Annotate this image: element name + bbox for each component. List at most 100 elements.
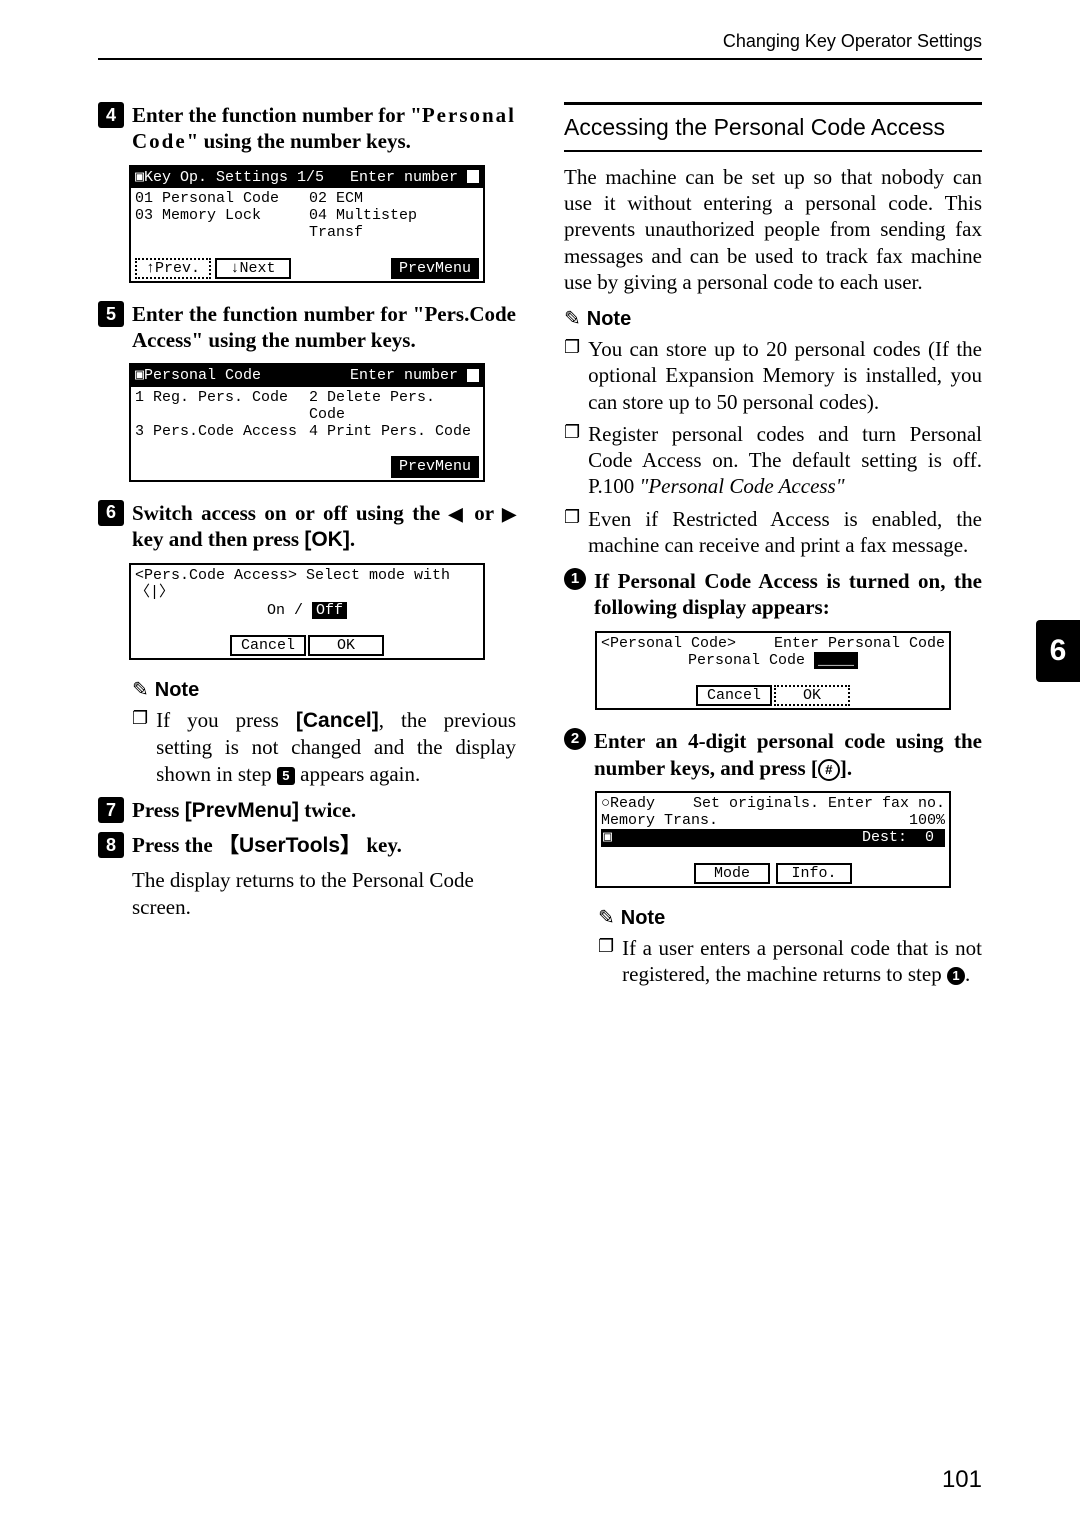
lcd-buttons: Mode Info. — [597, 863, 949, 886]
substep-1-text: If Personal Code Access is turned on, th… — [594, 568, 982, 621]
prev-button[interactable]: ↑Prev. — [135, 258, 211, 279]
lcd-hdr-right: Enter Personal Code — [774, 635, 945, 652]
bullet-icon: ❐ — [564, 336, 580, 415]
step-4-text-c: " using the number keys. — [187, 129, 411, 153]
running-head: Changing Key Operator Settings — [723, 30, 982, 53]
cancel-button[interactable]: Cancel — [230, 635, 306, 656]
lcd-line1: <Pers.Code Access> Select mode with〈|〉 — [135, 567, 479, 602]
lcd-personal-code: ▣Personal Code Enter number 1 Reg. Pers.… — [129, 363, 485, 481]
note-label: Note — [621, 906, 665, 931]
body-columns: 4 Enter the function number for "Persona… — [98, 102, 982, 997]
step-5: 5 Enter the function number for "Pers.Co… — [98, 301, 516, 354]
step-6-text: Switch access on or off using the ◀ or ▶… — [132, 500, 516, 554]
lcd-item-01: 01 Personal Code — [135, 190, 279, 207]
substep-2: 2 Enter an 4-digit personal code using t… — [564, 728, 982, 781]
substep-1: 1 If Personal Code Access is turned on, … — [564, 568, 982, 621]
note-text-a: If a user enters a personal code that is… — [622, 936, 982, 986]
note-label: Note — [155, 678, 199, 703]
note-label: Note — [587, 307, 631, 332]
lcd-body: <Personal Code> Enter Personal Code Pers… — [597, 633, 949, 672]
doc-icon: ▣ — [603, 829, 612, 846]
prevmenu-button[interactable]: PrevMenu — [391, 456, 479, 477]
ready-prompt: Set originals. Enter fax no. — [693, 795, 945, 812]
note-item: ❐ You can store up to 20 personal codes … — [564, 336, 982, 415]
note-item: ❐ If you press [Cancel], the previous se… — [132, 707, 516, 787]
left-arrow-icon: ◀ — [449, 504, 466, 524]
lcd-key-op-settings: ▣Key Op. Settings 1/5 Enter number 01 Pe… — [129, 165, 485, 283]
lcd-item-1: 1 Reg. Pers. Code — [135, 389, 288, 424]
step-number-6: 6 — [98, 500, 124, 526]
bullet-icon: ❐ — [564, 506, 580, 559]
note-list: ❐ If a user enters a personal code that … — [598, 935, 982, 988]
lcd-hdr-left: <Personal Code> — [601, 635, 736, 652]
note-list: ❐ If you press [Cancel], the previous se… — [132, 707, 516, 787]
mode-button[interactable]: Mode — [694, 863, 770, 884]
prevmenu-keyword: [PrevMenu] — [185, 799, 299, 822]
step-ref-5: 5 — [277, 767, 295, 785]
note-heading: ✎ Note — [132, 678, 516, 703]
step-number-4: 4 — [98, 102, 124, 128]
lcd-header: ▣Personal Code Enter number — [131, 365, 483, 386]
substep-number-1: 1 — [564, 568, 586, 590]
lcd-header-right: Enter number — [350, 367, 479, 384]
note-3-text: Even if Restricted Access is enabled, th… — [588, 506, 982, 559]
substep-2-text: Enter an 4-digit personal code using the… — [594, 728, 982, 781]
note-list: ❐ You can store up to 20 personal codes … — [564, 336, 982, 558]
note-heading: ✎ Note — [564, 307, 982, 332]
cancel-keyword: [Cancel] — [296, 709, 379, 732]
memory-trans-label: Memory Trans. — [601, 812, 718, 829]
lcd-body: 1 Reg. Pers. Code2 Delete Pers. Code 3 P… — [131, 387, 483, 443]
lcd-body: 01 Personal Code02 ECM 03 Memory Lock04 … — [131, 188, 483, 244]
chapter-tab: 6 — [1036, 620, 1080, 682]
lcd-body: ○Ready Set originals. Enter fax no. Memo… — [597, 793, 949, 849]
lcd-item-04: 04 Multistep Transf — [309, 207, 479, 242]
note-icon: ✎ — [564, 307, 581, 332]
left-column: 4 Enter the function number for "Persona… — [98, 102, 516, 997]
substep-2-text-a: Enter an 4-digit personal code using the… — [594, 729, 982, 779]
dest-label: Dest: — [862, 829, 907, 846]
note-text-b: . — [965, 962, 970, 986]
step-number-7: 7 — [98, 797, 124, 823]
note-item: ❐ Even if Restricted Access is enabled, … — [564, 506, 982, 559]
lcd-enter-personal-code: <Personal Code> Enter Personal Code Pers… — [595, 631, 951, 711]
ok-button[interactable]: OK — [774, 685, 850, 706]
step-8: 8 Press the 【UserTools】 key. — [98, 832, 516, 859]
note-icon: ✎ — [132, 678, 149, 703]
step-number-8: 8 — [98, 832, 124, 858]
page-number: 101 — [942, 1465, 982, 1495]
step-number-5: 5 — [98, 301, 124, 327]
step-4-text: Enter the function number for "Personal … — [132, 102, 516, 155]
subsection-heading-box: Accessing the Personal Code Access — [564, 102, 982, 152]
note-icon: ✎ — [598, 906, 615, 931]
note-text-a: If you press — [156, 708, 296, 732]
lcd-ready: ○Ready Set originals. Enter fax no. Memo… — [595, 791, 951, 888]
step-8-text-a: Press the — [132, 833, 218, 857]
note-item: ❐ If a user enters a personal code that … — [598, 935, 982, 988]
lcd-line2: On / Off — [135, 602, 479, 619]
bullet-icon: ❐ — [598, 935, 614, 988]
note-item: ❐ Register personal codes and turn Perso… — [564, 421, 982, 500]
step-8-follow: The display returns to the Personal Code… — [132, 867, 516, 920]
prevmenu-button[interactable]: PrevMenu — [391, 258, 479, 279]
dest-value: 0 — [925, 829, 934, 846]
lcd-header: ▣Key Op. Settings 1/5 Enter number — [131, 167, 483, 188]
note-2-ref: "Personal Code Access" — [640, 474, 845, 498]
lcd-buttons: Cancel OK — [597, 685, 949, 708]
personal-code-label: Personal Code — [688, 652, 814, 669]
info-button[interactable]: Info. — [776, 863, 852, 884]
bullet-icon: ❐ — [564, 421, 580, 500]
next-button[interactable]: ↓Next — [215, 258, 291, 279]
running-head-rule — [98, 58, 982, 60]
step-6: 6 Switch access on or off using the ◀ or… — [98, 500, 516, 554]
cancel-button[interactable]: Cancel — [696, 685, 772, 706]
page: Changing Key Operator Settings 6 4 Enter… — [0, 0, 1080, 1529]
usertools-keyword: UserTools — [239, 834, 340, 857]
lcd-buttons: Cancel OK — [131, 635, 483, 658]
lcd-header-right: Enter number — [350, 169, 479, 186]
lcd-buttons: ↑Prev. ↓Next PrevMenu — [131, 258, 483, 281]
off-selected: Off — [312, 602, 347, 619]
ok-button[interactable]: OK — [308, 635, 384, 656]
lcd-body: <Pers.Code Access> Select mode with〈|〉 O… — [131, 565, 483, 621]
intro-paragraph: The machine can be set up so that nobody… — [564, 164, 982, 295]
step-5-text-a: Enter the function number for " — [132, 302, 424, 326]
